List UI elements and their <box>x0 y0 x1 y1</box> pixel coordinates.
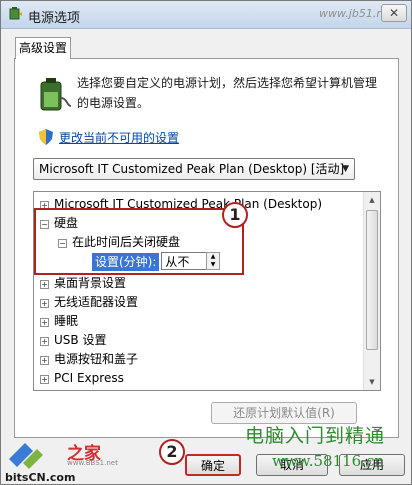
tree-item-label: 睡眠 <box>54 314 79 328</box>
logo-small-text: www.BBS1.net <box>67 459 118 467</box>
bitscn-logo-icon <box>9 443 43 469</box>
tree-scrollbar[interactable]: ▲ ▼ <box>363 192 380 390</box>
ok-button[interactable]: 确定 <box>185 454 241 476</box>
title-bar: 电源选项 www.jb51.net ✕ <box>1 1 411 29</box>
expand-icon[interactable]: + <box>40 375 49 384</box>
uac-shield-icon <box>39 129 53 145</box>
annotation-step-1: 1 <box>222 202 248 228</box>
tree-item[interactable]: + PCI Express <box>40 369 124 387</box>
tree-item-label: 桌面背景设置 <box>54 276 127 290</box>
annotation-highlight-box <box>34 208 244 275</box>
intro-text: 选择您要自定义的电源计划，然后选择您希望计算机管理的电源设置。 <box>77 76 378 110</box>
close-button[interactable]: ✕ <box>381 4 407 22</box>
window-title: 电源选项 <box>28 11 81 26</box>
tree-item-label: 无线适配器设置 <box>54 295 139 309</box>
tree-item[interactable]: + USB 设置 <box>40 331 106 349</box>
watermark-url: www.58116.cn <box>272 452 385 470</box>
scroll-up-icon[interactable]: ▲ <box>364 192 380 208</box>
expand-icon[interactable]: + <box>40 356 49 365</box>
chevron-down-icon: ▼ <box>342 164 349 174</box>
scroll-down-icon[interactable]: ▼ <box>364 374 380 390</box>
annotation-step-2: 2 <box>159 439 185 465</box>
tab-advanced-settings[interactable]: 高级设置 <box>15 37 71 59</box>
expand-icon[interactable]: + <box>40 318 49 327</box>
battery-power-icon <box>40 78 72 111</box>
logo-bitscn-text: bitsCN.com <box>5 471 76 484</box>
tree-item[interactable]: + 电源按钮和盖子 <box>40 350 138 368</box>
tree-item-label: USB 设置 <box>54 333 107 347</box>
expand-icon[interactable]: + <box>40 337 49 346</box>
tree-item-label: 电源按钮和盖子 <box>54 352 139 366</box>
tree-item[interactable]: + 睡眠 <box>40 312 78 330</box>
scroll-thumb[interactable] <box>366 210 378 350</box>
tree-item-label: PCI Express <box>54 371 124 385</box>
watermark-chinese: 电脑入门到精通 <box>245 425 386 447</box>
tree-item[interactable]: + 桌面背景设置 <box>40 274 126 292</box>
power-options-icon <box>9 7 22 20</box>
tree-item[interactable]: + 无线适配器设置 <box>40 293 138 311</box>
expand-icon[interactable]: + <box>40 299 49 308</box>
expand-icon[interactable]: + <box>40 280 49 289</box>
power-plan-selected: Microsoft IT Customized Peak Plan (Deskt… <box>39 162 345 176</box>
power-options-window: 电源选项 www.jb51.net ✕ 高级设置 选择您要自定义的电源计划，然后… <box>0 0 412 485</box>
change-unavailable-settings-link[interactable]: 更改当前不可用的设置 <box>59 129 179 146</box>
power-plan-dropdown[interactable]: Microsoft IT Customized Peak Plan (Deskt… <box>33 158 355 180</box>
